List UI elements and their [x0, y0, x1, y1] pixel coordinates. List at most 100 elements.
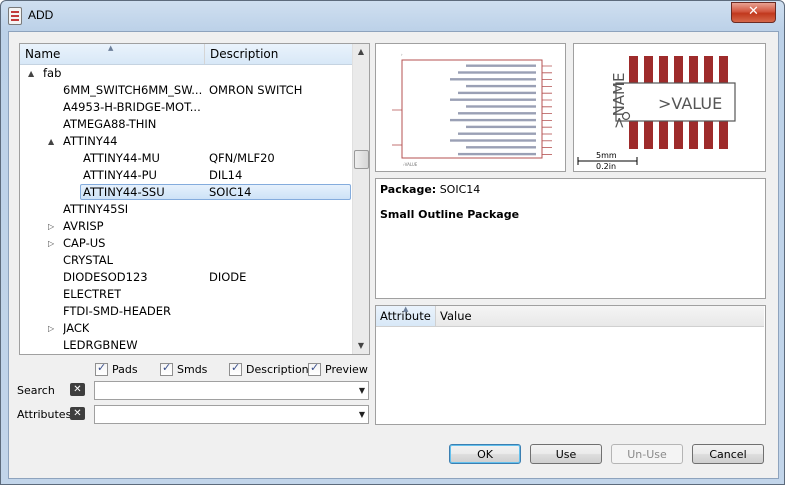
smd-pad: [719, 121, 728, 149]
tree-row[interactable]: 6MM_SWITCH6MM_SW... OMRON SWITCH: [20, 82, 352, 99]
schematic-pin-label: [450, 118, 536, 122]
tree-row-description: SOIC14: [209, 185, 252, 199]
app-icon: [8, 7, 22, 25]
package-info-panel: Package: SOIC14 Small Outline Package: [375, 178, 766, 299]
tree-row[interactable]: ▷ CAP-US: [20, 235, 352, 252]
ok-button[interactable]: OK: [449, 444, 521, 464]
dropdown-arrow-icon[interactable]: ▼: [359, 410, 365, 419]
tree-row-name: AVRISP: [63, 219, 104, 233]
tree-row-name: ATMEGA88-THIN: [63, 117, 157, 131]
tree-row[interactable]: FTDI-SMD-HEADER: [20, 303, 352, 320]
schematic-pin-label: [450, 78, 536, 81]
search-label: Search: [17, 384, 55, 397]
tree-row[interactable]: ATTINY44-MU QFN/MLF20: [20, 150, 352, 167]
smds-label: Smds: [177, 363, 208, 376]
smd-pad: [674, 56, 683, 83]
collapse-arrow-icon[interactable]: ▲: [48, 133, 54, 150]
expand-arrow-icon[interactable]: ▷: [48, 235, 54, 252]
scroll-up-icon[interactable]: ▲: [353, 44, 369, 60]
smd-pad: [689, 56, 698, 83]
schematic-pin-label: [466, 84, 536, 88]
tree-row-name: CAP-US: [63, 236, 106, 250]
library-tree[interactable]: Name ▲ Description ▲ fab 6MM_SWITCH6MM_SW.…: [19, 43, 370, 355]
tree-row-name: ATTINY44-PU: [83, 168, 157, 182]
scale-mm-label: 5mm: [596, 151, 617, 160]
tree-row-name: CRYSTAL: [63, 253, 114, 267]
column-header-value[interactable]: Value: [436, 306, 636, 326]
add-dialog: ADD ✕ Name ▲ Description ▲ fab 6MM_SWITCH6…: [0, 0, 785, 485]
package-description: Small Outline Package: [380, 208, 520, 221]
tree-row[interactable]: DIODESOD123 DIODE: [20, 269, 352, 286]
smd-pad: [719, 56, 728, 83]
sort-ascending-icon: ▲: [108, 44, 114, 52]
svg-text:›: ›: [401, 52, 403, 57]
tree-scrollbar[interactable]: ▲ ▼: [352, 44, 369, 354]
smd-pad: [659, 121, 668, 149]
schematic-pin-label: [450, 98, 536, 101]
pads-label: Pads: [112, 363, 138, 376]
collapse-arrow-icon[interactable]: ▲: [28, 65, 34, 82]
schematic-pin-label: [458, 71, 536, 74]
smd-pad: [629, 121, 638, 149]
tree-row[interactable]: ▷ JACK: [20, 320, 352, 337]
tree-row[interactable]: ▲ ATTINY44: [20, 133, 352, 150]
attribute-table[interactable]: Attribute ▲ Value: [375, 305, 766, 425]
scroll-thumb[interactable]: [354, 150, 369, 169]
scroll-down-icon[interactable]: ▼: [353, 338, 369, 354]
tree-row-description: QFN/MLF20: [209, 151, 275, 165]
tree-row[interactable]: ▷ AVRISP: [20, 218, 352, 235]
schematic-symbol-drawing: › ›VALUE: [392, 52, 552, 167]
attributes-input[interactable]: ▼: [94, 405, 369, 424]
footprint-drawing: >NAME >VALUE 5mm 0.2in: [577, 56, 736, 171]
tree-row[interactable]: ATTINY44-PU DIL14: [20, 167, 352, 184]
attribute-table-header: Attribute ▲ Value: [376, 305, 764, 327]
unuse-button[interactable]: Un-Use: [611, 444, 683, 464]
smd-pad: [629, 56, 638, 83]
title-bar: ADD ✕: [1, 1, 784, 31]
tree-row-name: ATTINY44-MU: [83, 151, 160, 165]
description-label: Description: [246, 363, 309, 376]
search-input[interactable]: ▼: [94, 381, 369, 400]
column-header-description[interactable]: Description: [205, 44, 352, 64]
tree-row[interactable]: ELECTRET: [20, 286, 352, 303]
tree-row-name: ATTINY44-SSU: [83, 185, 165, 199]
smd-pad: [659, 56, 668, 83]
svg-text:›VALUE: ›VALUE: [403, 162, 418, 167]
tree-row-name: 6MM_SWITCH6MM_SW...: [63, 83, 203, 97]
package-line: Package: SOIC14: [380, 183, 480, 196]
tree-row[interactable]: LEDRGBNEW: [20, 337, 352, 354]
schematic-pin-label: [458, 112, 536, 115]
scale-in-label: 0.2in: [596, 162, 616, 171]
footprint-name-label: >NAME: [610, 73, 628, 129]
tree-row[interactable]: ATTINY45SI: [20, 201, 352, 218]
tree-row[interactable]: CRYSTAL: [20, 252, 352, 269]
clear-search-icon[interactable]: ✕: [70, 383, 85, 396]
tree-row-name: FTDI-SMD-HEADER: [63, 304, 171, 318]
smd-pad: [704, 56, 713, 83]
tree-row[interactable]: ATMEGA88-THIN: [20, 116, 352, 133]
tree-row-name: A4953-H-BRIDGE-MOT...: [63, 100, 201, 114]
tree-row-name: ELECTRET: [63, 287, 122, 301]
attributes-label: Attributes: [17, 408, 72, 421]
expand-arrow-icon[interactable]: ▷: [48, 218, 54, 235]
expand-arrow-icon[interactable]: ▷: [48, 320, 54, 337]
checkbox-checked-icon: [95, 361, 108, 376]
schematic-pin-label: [466, 125, 536, 129]
tree-row-selected[interactable]: ATTINY44-SSU SOIC14: [20, 184, 352, 201]
close-button[interactable]: ✕: [731, 2, 776, 23]
dialog-body: Name ▲ Description ▲ fab 6MM_SWITCH6MM_SW.…: [8, 31, 779, 479]
checkbox-checked-icon: [308, 361, 321, 376]
dropdown-arrow-icon[interactable]: ▼: [359, 386, 365, 395]
smd-pad: [674, 121, 683, 149]
tree-row-description: DIODE: [209, 270, 247, 284]
tree-row[interactable]: ▲ fab: [20, 65, 352, 82]
window-title: ADD: [28, 8, 54, 22]
schematic-pin-label: [458, 152, 536, 156]
clear-attributes-icon[interactable]: ✕: [70, 407, 85, 420]
cancel-button[interactable]: Cancel: [692, 444, 764, 464]
package-label: Package:: [380, 183, 437, 196]
use-button[interactable]: Use: [530, 444, 602, 464]
tree-row[interactable]: A4953-H-BRIDGE-MOT...: [20, 99, 352, 116]
smd-pad: [689, 121, 698, 149]
schematic-pin-label: [466, 64, 536, 67]
